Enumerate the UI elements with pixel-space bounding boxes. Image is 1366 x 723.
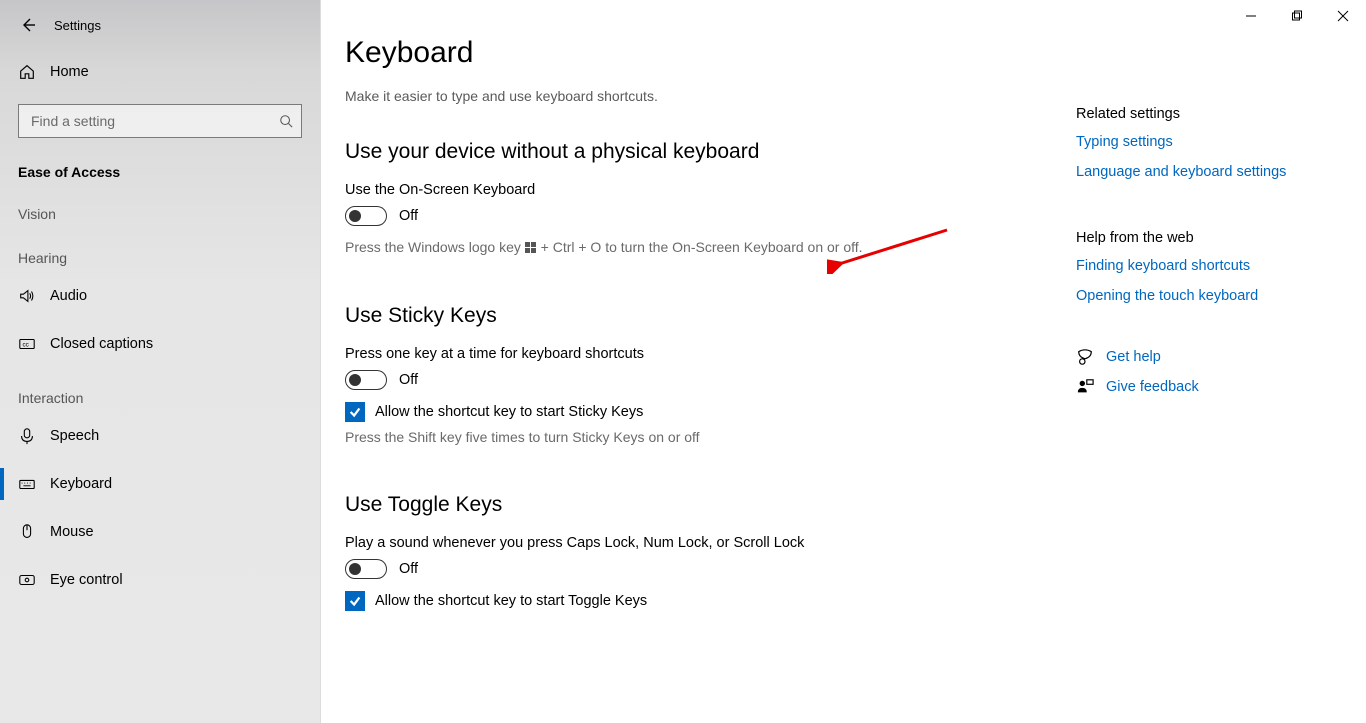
togglekeys-toggle[interactable] [345, 559, 387, 579]
nav-eye-control[interactable]: Eye control [0, 556, 320, 604]
nav-audio[interactable]: Audio [0, 272, 320, 320]
nav-item-label: Closed captions [50, 336, 153, 352]
sticky-checkbox-label: Allow the shortcut key to start Sticky K… [375, 404, 643, 420]
sticky-hint: Press the Shift key five times to turn S… [345, 428, 905, 448]
cc-icon: cc [18, 335, 36, 353]
togglekeys-label: Play a sound whenever you press Caps Loc… [345, 535, 905, 551]
nav-home-label: Home [50, 64, 89, 80]
give-feedback-link[interactable]: Give feedback [1076, 378, 1336, 396]
mic-icon [18, 427, 36, 445]
nav-closed-captions[interactable]: cc Closed captions [0, 320, 320, 368]
togglekeys-toggle-state: Off [399, 561, 418, 577]
audio-icon [18, 287, 36, 305]
link-language-settings[interactable]: Language and keyboard settings [1076, 164, 1336, 180]
nav-item-label: Speech [50, 428, 99, 444]
nav-home[interactable]: Home [0, 50, 320, 94]
section-heading: Use Toggle Keys [345, 493, 905, 517]
home-icon [18, 63, 36, 81]
svg-text:cc: cc [23, 342, 29, 349]
nav-keyboard[interactable]: Keyboard [0, 460, 320, 508]
togglekeys-shortcut-checkbox-row: Allow the shortcut key to start Toggle K… [345, 591, 905, 611]
group-interaction: Interaction [0, 368, 320, 412]
link-keyboard-shortcuts[interactable]: Finding keyboard shortcuts [1076, 258, 1336, 274]
give-feedback-label: Give feedback [1106, 379, 1199, 395]
osk-toggle-state: Off [399, 208, 418, 224]
sticky-toggle-state: Off [399, 372, 418, 388]
minimize-button[interactable] [1228, 0, 1274, 32]
sidebar: Settings Home Ease of Access Vision Hear… [0, 0, 320, 723]
search-input[interactable] [27, 113, 279, 129]
link-touch-keyboard[interactable]: Opening the touch keyboard [1076, 288, 1336, 304]
togglekeys-checkbox-label: Allow the shortcut key to start Toggle K… [375, 593, 647, 609]
sticky-label: Press one key at a time for keyboard sho… [345, 346, 905, 362]
sticky-shortcut-checkbox-row: Allow the shortcut key to start Sticky K… [345, 402, 905, 422]
nav-item-label: Audio [50, 288, 87, 304]
info-pane: Related settings Typing settings Languag… [1076, 100, 1336, 408]
eye-icon [18, 571, 36, 589]
feedback-icon [1076, 378, 1094, 396]
help-icon [1076, 348, 1094, 366]
maximize-button[interactable] [1274, 0, 1320, 32]
close-button[interactable] [1320, 0, 1366, 32]
nav-item-label: Mouse [50, 524, 94, 540]
page-title: Keyboard [345, 36, 1366, 70]
window-controls [1228, 0, 1366, 32]
titlebar: Settings [0, 0, 320, 50]
sticky-shortcut-checkbox[interactable] [345, 402, 365, 422]
sticky-toggle[interactable] [345, 370, 387, 390]
nav-speech[interactable]: Speech [0, 412, 320, 460]
nav-item-label: Eye control [50, 572, 123, 588]
help-heading: Help from the web [1076, 230, 1336, 246]
keyboard-icon [18, 475, 36, 493]
search-wrap [0, 94, 320, 138]
search-icon [279, 114, 293, 128]
get-help-label: Get help [1106, 349, 1161, 365]
section-heading: Use Sticky Keys [345, 304, 905, 328]
search-box[interactable] [18, 104, 302, 138]
nav-mouse[interactable]: Mouse [0, 508, 320, 556]
group-vision[interactable]: Vision [0, 184, 320, 228]
mouse-icon [18, 523, 36, 541]
section-no-physical: Use your device without a physical keybo… [345, 140, 905, 258]
group-hearing: Hearing [0, 228, 320, 272]
togglekeys-shortcut-checkbox[interactable] [345, 591, 365, 611]
link-typing-settings[interactable]: Typing settings [1076, 134, 1336, 150]
related-heading: Related settings [1076, 106, 1336, 122]
get-help-link[interactable]: Get help [1076, 348, 1336, 366]
osk-toggle[interactable] [345, 206, 387, 226]
category-label: Ease of Access [0, 138, 320, 184]
osk-hint: Press the Windows logo key + Ctrl + O to… [345, 238, 905, 258]
section-sticky-keys: Use Sticky Keys Press one key at a time … [345, 304, 905, 448]
section-heading: Use your device without a physical keybo… [345, 140, 905, 164]
back-button[interactable] [10, 7, 46, 43]
windows-logo-icon [525, 242, 537, 254]
nav-item-label: Keyboard [50, 476, 112, 492]
osk-label: Use the On-Screen Keyboard [345, 182, 905, 198]
section-toggle-keys: Use Toggle Keys Play a sound whenever yo… [345, 493, 905, 611]
window-title: Settings [54, 18, 101, 33]
